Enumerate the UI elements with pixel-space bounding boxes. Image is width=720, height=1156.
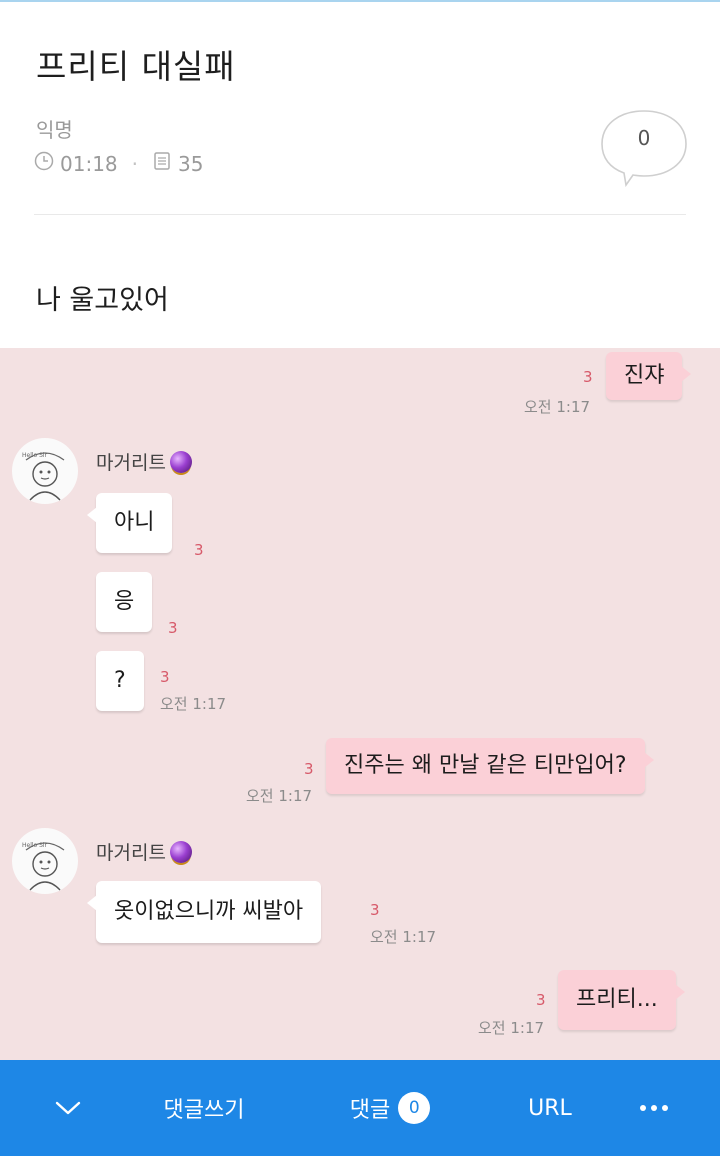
- their-message-bubble: 옷이없으니까 씨발아: [86, 881, 322, 943]
- url-label: URL: [528, 1095, 572, 1121]
- meta-separator: ·: [131, 151, 138, 176]
- sender-name-text: 마거리트: [96, 452, 166, 474]
- post-views: 35: [178, 151, 204, 176]
- unread-count: 3: [304, 760, 314, 778]
- message-time: 오전 1:17: [246, 787, 313, 805]
- more-horizontal-icon: [640, 1105, 668, 1111]
- their-message-bubble: 아니: [86, 493, 173, 553]
- collapse-button[interactable]: [36, 1060, 100, 1156]
- comments-button[interactable]: 댓글 0: [330, 1060, 450, 1156]
- their-message-bubble: ?: [96, 651, 144, 711]
- post-body: 나 울고있어: [36, 285, 169, 316]
- their-message-bubble: 응: [96, 572, 153, 632]
- post-time: 01:18: [60, 151, 118, 176]
- sender-name: 마거리트: [96, 448, 192, 475]
- unread-count: 3: [160, 668, 170, 686]
- comment-count: 0: [637, 126, 651, 150]
- unread-count: 3: [370, 901, 380, 919]
- message-time: 오전 1:17: [478, 1019, 545, 1037]
- message-time: 오전 1:17: [524, 398, 591, 416]
- post-title: 프리티 대실패: [36, 47, 236, 86]
- unread-count: 3: [194, 541, 204, 559]
- sender-name-text: 마거리트: [96, 842, 166, 864]
- crystal-ball-icon: [169, 840, 192, 863]
- crystal-ball-icon: [169, 450, 192, 473]
- my-message-bubble: 진쟈: [606, 352, 693, 400]
- more-button[interactable]: [628, 1060, 680, 1156]
- header-divider: [34, 214, 686, 215]
- unread-count: 3: [536, 991, 546, 1009]
- write-comment-label: 댓글쓰기: [163, 1098, 245, 1123]
- document-icon: [152, 151, 172, 176]
- bottom-toolbar: 댓글쓰기 댓글 0 URL: [0, 1060, 720, 1156]
- svg-text:Hello Sir: Hello Sir: [22, 842, 48, 849]
- svg-text:Hello Sir: Hello Sir: [22, 452, 48, 459]
- top-accent-line: [0, 0, 720, 2]
- write-comment-button[interactable]: 댓글쓰기: [140, 1060, 268, 1156]
- post-author: 익명: [36, 118, 73, 142]
- chat-screenshot: 진쟈 3 오전 1:17 Hello Sir 마거리트 아니 3 응 3 ? 3…: [0, 348, 720, 1060]
- comment-count-button[interactable]: 0: [600, 108, 688, 188]
- comments-count-badge: 0: [398, 1092, 431, 1124]
- unread-count: 3: [168, 619, 178, 637]
- avatar: Hello Sir: [12, 438, 78, 504]
- sender-name: 마거리트: [96, 838, 192, 865]
- post-meta: 01:18 · 35: [34, 151, 203, 176]
- comments-label: 댓글: [349, 1098, 391, 1123]
- clock-icon: [34, 151, 54, 176]
- url-button[interactable]: URL: [506, 1060, 594, 1156]
- my-message-bubble: 진주는 왜 만날 같은 티만입어?: [326, 738, 654, 794]
- unread-count: 3: [583, 368, 593, 386]
- avatar: Hello Sir: [12, 828, 78, 894]
- message-time: 오전 1:17: [160, 695, 227, 713]
- my-message-bubble: 프리티...: [558, 970, 685, 1030]
- chevron-down-icon: [55, 1101, 81, 1115]
- message-time: 오전 1:17: [370, 928, 437, 946]
